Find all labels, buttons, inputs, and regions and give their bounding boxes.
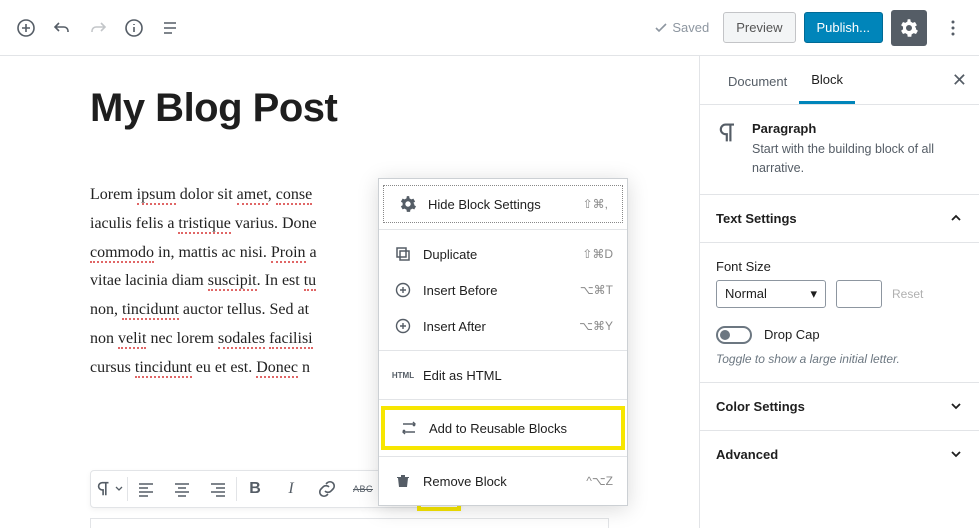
text-settings-panel-toggle[interactable]: Text Settings [700, 195, 979, 243]
selected-paragraph-block[interactable]: Was this post useful? Let us know in the… [90, 518, 609, 528]
post-title[interactable]: My Blog Post [90, 86, 609, 131]
font-size-label: Font Size [716, 259, 963, 274]
outline-button[interactable] [152, 10, 188, 46]
reset-button[interactable]: Reset [892, 287, 923, 301]
preview-button[interactable]: Preview [723, 12, 795, 43]
chevron-up-icon [949, 211, 963, 225]
paragraph-type-button[interactable] [91, 471, 127, 507]
menu-label: Duplicate [423, 247, 572, 262]
menu-label: Edit as HTML [423, 368, 613, 383]
drop-cap-hint: Toggle to show a large initial letter. [716, 352, 963, 366]
paragraph-icon [716, 121, 740, 145]
menu-insert-before[interactable]: Insert Before ⌥⌘T [379, 272, 627, 308]
menu-remove-block[interactable]: Remove Block ^⌥Z [379, 463, 627, 499]
menu-shortcut: ⌥⌘T [580, 283, 613, 297]
html-icon: HTML [393, 365, 413, 385]
menu-label: Hide Block Settings [428, 197, 573, 212]
menu-shortcut: ^⌥Z [586, 474, 613, 488]
align-center-button[interactable] [164, 471, 200, 507]
copy-icon [393, 244, 413, 264]
bold-button[interactable]: B [237, 471, 273, 507]
align-left-button[interactable] [128, 471, 164, 507]
drop-cap-toggle[interactable] [716, 326, 752, 344]
panel-title: Text Settings [716, 211, 797, 226]
menu-shortcut: ⇧⌘, [583, 197, 608, 211]
undo-button[interactable] [44, 10, 80, 46]
block-options-menu: Hide Block Settings ⇧⌘, Duplicate ⇧⌘D In… [378, 178, 628, 506]
italic-button[interactable]: I [273, 471, 309, 507]
gear-icon [398, 194, 418, 214]
menu-label: Insert Before [423, 283, 570, 298]
publish-button[interactable]: Publish... [804, 12, 883, 43]
info-button[interactable] [116, 10, 152, 46]
saved-indicator: Saved [654, 20, 709, 35]
reusable-icon [399, 418, 419, 438]
font-size-select[interactable]: Normal ▾ [716, 280, 826, 308]
trash-icon [393, 471, 413, 491]
font-size-value: Normal [725, 286, 767, 301]
block-description: Start with the building block of all nar… [752, 140, 963, 178]
link-button[interactable] [309, 471, 345, 507]
chevron-down-icon [949, 399, 963, 413]
menu-add-reusable[interactable]: Add to Reusable Blocks [385, 410, 621, 446]
tab-block[interactable]: Block [799, 56, 855, 104]
insert-before-icon [393, 280, 413, 300]
panel-title: Color Settings [716, 399, 805, 414]
strikethrough-button[interactable]: ABC [345, 471, 381, 507]
align-right-button[interactable] [200, 471, 236, 507]
menu-insert-after[interactable]: Insert After ⌥⌘Y [379, 308, 627, 344]
redo-button [80, 10, 116, 46]
add-block-button[interactable] [8, 10, 44, 46]
font-size-number-input[interactable] [836, 280, 882, 308]
menu-label: Insert After [423, 319, 569, 334]
drop-cap-label: Drop Cap [764, 327, 820, 342]
menu-edit-html[interactable]: HTML Edit as HTML [379, 357, 627, 393]
block-name: Paragraph [752, 121, 963, 136]
menu-label: Remove Block [423, 474, 576, 489]
chevron-down-icon [949, 447, 963, 461]
menu-duplicate[interactable]: Duplicate ⇧⌘D [379, 236, 627, 272]
menu-shortcut: ⇧⌘D [582, 247, 613, 261]
menu-shortcut: ⌥⌘Y [579, 319, 613, 333]
chevron-down-icon: ▾ [810, 286, 817, 302]
tab-document[interactable]: Document [716, 58, 799, 103]
menu-hide-block-settings[interactable]: Hide Block Settings ⇧⌘, [383, 185, 623, 223]
insert-after-icon [393, 316, 413, 336]
settings-button[interactable] [891, 10, 927, 46]
color-settings-panel-toggle[interactable]: Color Settings [700, 383, 979, 431]
saved-label: Saved [672, 20, 709, 35]
panel-title: Advanced [716, 447, 778, 462]
top-more-button[interactable] [935, 10, 971, 46]
advanced-panel-toggle[interactable]: Advanced [700, 431, 979, 478]
menu-label: Add to Reusable Blocks [429, 421, 607, 436]
close-sidebar-button[interactable]: ✕ [952, 70, 967, 91]
